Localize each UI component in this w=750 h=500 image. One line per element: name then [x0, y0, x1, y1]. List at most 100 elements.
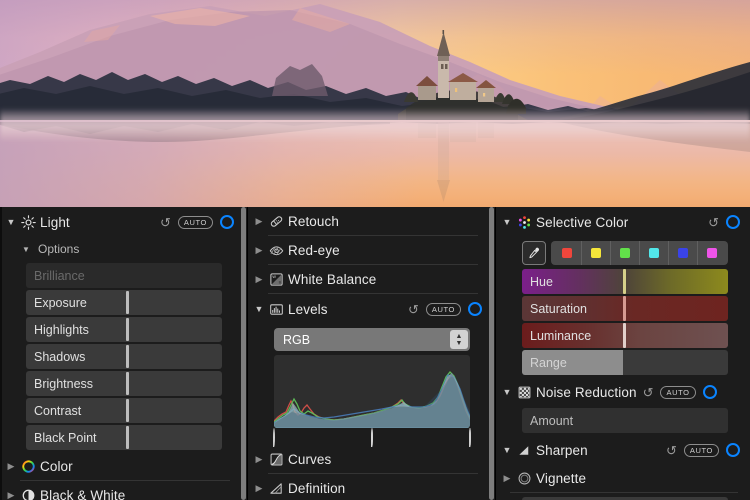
reset-icon-selective-color[interactable]: ↺ [708, 216, 719, 229]
section-title-noise-reduction: Noise Reduction [536, 384, 637, 400]
enable-toggle-light[interactable] [220, 215, 234, 229]
scrollbar-adjustments-column[interactable] [488, 207, 494, 500]
disclosure-triangle-selective-color[interactable]: ▼ [500, 217, 514, 227]
disclosure-triangle-noise-reduction[interactable]: ▼ [500, 387, 514, 397]
slider-label: Black Point [34, 430, 97, 445]
levels-channel-select[interactable]: RGB ▲ ▼ [274, 328, 470, 351]
eyedropper-icon[interactable] [522, 241, 546, 265]
scrollbar-light-column[interactable] [240, 207, 246, 500]
photo-preview[interactable] [0, 0, 750, 207]
slider-knob[interactable] [622, 296, 626, 321]
auto-button-noise-reduction[interactable]: AUTO [660, 385, 696, 399]
swatch-yellow[interactable] [582, 241, 611, 265]
disclosure-triangle-definition[interactable]: ▶ [252, 483, 266, 493]
reset-icon-light[interactable]: ↺ [160, 216, 171, 229]
enable-toggle-noise-reduction[interactable] [702, 385, 717, 399]
disclosure-triangle-sharpen[interactable]: ▼ [500, 445, 514, 455]
section-title-retouch: Retouch [288, 213, 339, 229]
lake-mist [0, 108, 750, 142]
slider-knob[interactable] [622, 269, 626, 294]
photo-editor-window: ▼ Light ↺ AUTO ▼ Options Brilliance Expo… [0, 0, 750, 500]
slider-hue[interactable]: Hue [522, 269, 728, 294]
section-color[interactable]: ▶ Color [0, 452, 240, 480]
reset-icon-sharpen[interactable]: ↺ [666, 444, 677, 457]
swatch-magenta[interactable] [698, 241, 726, 265]
levels-handles [272, 428, 471, 447]
slider-range[interactable]: Range [522, 350, 728, 375]
slider-knob[interactable] [125, 372, 129, 395]
section-title-light: Light [40, 214, 70, 230]
section-sharpen[interactable]: ▼ Sharpen ↺ AUTO [496, 436, 746, 464]
slider-label: Luminance [530, 328, 592, 343]
disclosure-triangle-light[interactable]: ▼ [4, 217, 18, 227]
black-point-handle[interactable] [272, 428, 283, 447]
section-red-eye[interactable]: ▶ Red-eye [248, 236, 488, 264]
section-light[interactable]: ▼ Light ↺ AUTO [0, 207, 240, 237]
slider-knob[interactable] [125, 318, 129, 341]
scrollbar-thumb[interactable] [241, 207, 246, 500]
levels-histogram-area [272, 355, 471, 447]
slider-knob[interactable] [125, 345, 129, 368]
disclosure-triangle-color[interactable]: ▶ [4, 461, 18, 471]
disclosure-triangle-options[interactable]: ▼ [22, 245, 34, 254]
slider-saturation[interactable]: Saturation [522, 296, 728, 321]
white-point-handle[interactable] [468, 428, 479, 447]
swatch-red[interactable] [553, 241, 582, 265]
slider-luminance[interactable]: Luminance [522, 323, 728, 348]
disclosure-triangle-vignette[interactable]: ▶ [500, 473, 514, 483]
section-selective-color[interactable]: ▼ Selective Color ↺ [496, 207, 746, 237]
section-white-balance[interactable]: ▶ W B White Balance [248, 265, 488, 293]
disclosure-triangle-white-balance[interactable]: ▶ [252, 274, 266, 284]
scrollbar-thumb[interactable] [745, 207, 750, 500]
swatch-blue[interactable] [669, 241, 698, 265]
svg-text:W: W [272, 275, 276, 279]
enable-toggle-levels[interactable] [468, 302, 482, 316]
section-controls-selective-color: ↺ [708, 215, 740, 229]
slider-brightness[interactable]: Brightness [26, 371, 222, 396]
section-black-and-white[interactable]: ▶ Black & White [0, 481, 240, 500]
disclosure-triangle-levels[interactable]: ▼ [252, 304, 266, 314]
disclosure-triangle-black-and-white[interactable]: ▶ [4, 490, 18, 500]
slider-knob[interactable] [125, 399, 129, 422]
section-levels[interactable]: ▼ Levels ↺ AUTO [248, 294, 488, 324]
section-retouch[interactable]: ▶ Retouch [248, 207, 488, 235]
slider-knob[interactable] [125, 291, 129, 314]
auto-button-sharpen[interactable]: AUTO [683, 443, 719, 457]
slider-highlights[interactable]: Highlights [26, 317, 222, 342]
disclosure-triangle-red-eye[interactable]: ▶ [252, 245, 266, 255]
slider-knob[interactable] [125, 426, 129, 449]
histogram[interactable] [274, 355, 470, 428]
selective-color-icon [514, 215, 534, 230]
color-wheel-icon [18, 459, 38, 474]
auto-button-light[interactable]: AUTO [177, 215, 213, 229]
section-title-curves: Curves [288, 451, 332, 467]
reset-icon-noise-reduction[interactable]: ↺ [643, 386, 654, 399]
slider-knob[interactable] [622, 323, 626, 348]
auto-button-levels[interactable]: AUTO [425, 302, 461, 316]
section-definition[interactable]: ▶ Definition [248, 474, 488, 500]
section-curves[interactable]: ▶ Curves [248, 445, 488, 473]
swatch-cyan[interactable] [640, 241, 669, 265]
disclosure-triangle-retouch[interactable]: ▶ [252, 216, 266, 226]
sun-icon [18, 214, 38, 230]
reset-icon-levels[interactable]: ↺ [408, 303, 419, 316]
disclosure-triangle-curves[interactable]: ▶ [252, 454, 266, 464]
slider-black-point[interactable]: Black Point [26, 425, 222, 450]
slider-label: Brilliance [34, 268, 85, 283]
section-title-black-and-white: Black & White [40, 487, 126, 500]
options-subsection-light[interactable]: ▼ Options [0, 237, 240, 261]
slider-exposure[interactable]: Exposure [26, 290, 222, 315]
slider-brilliance[interactable]: Brilliance [26, 263, 222, 288]
section-noise-reduction[interactable]: ▼ Noise Reduction ↺ AUTO [496, 378, 746, 406]
slider-shadows[interactable]: Shadows [26, 344, 222, 369]
stepper-arrows-icon[interactable]: ▲ ▼ [450, 330, 468, 349]
slider-contrast[interactable]: Contrast [26, 398, 222, 423]
swatch-green[interactable] [611, 241, 640, 265]
slider-amount[interactable]: Amount [522, 408, 728, 433]
scrollbar-color-column[interactable] [744, 207, 750, 500]
midpoint-handle[interactable] [370, 428, 381, 447]
enable-toggle-sharpen[interactable] [726, 443, 740, 457]
enable-toggle-selective-color[interactable] [726, 215, 740, 229]
section-vignette[interactable]: ▶ Vignette [496, 464, 746, 492]
scrollbar-thumb[interactable] [489, 207, 494, 500]
